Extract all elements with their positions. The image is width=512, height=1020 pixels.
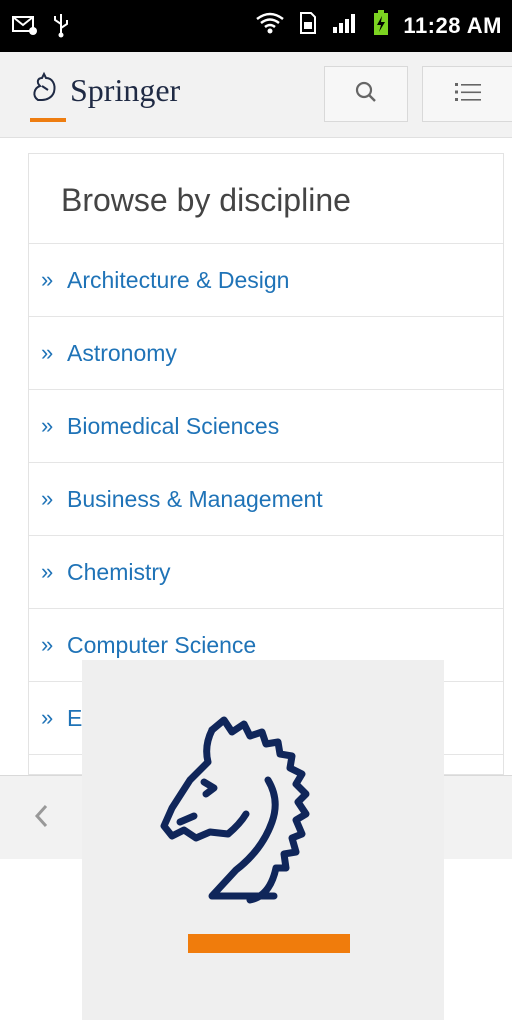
- discipline-label: Computer Science: [67, 631, 257, 658]
- discipline-label: Business & Management: [67, 485, 323, 512]
- chevron-left-icon: [32, 802, 50, 835]
- springer-horse-logo: [150, 710, 350, 935]
- clock-time: 11:28 AM: [403, 12, 502, 38]
- splash-orange-bar: [188, 934, 350, 953]
- bullet: »: [41, 559, 54, 584]
- bullet: »: [41, 413, 54, 438]
- bullet: »: [41, 340, 54, 365]
- app-screen: 11:28 AM Springer Browse by discipline »…: [0, 0, 512, 1020]
- app-header: Springer: [0, 52, 512, 138]
- battery-charging-icon: [373, 10, 389, 41]
- discipline-label: Astronomy: [67, 339, 177, 366]
- discipline-item-architecture-design[interactable]: » Architecture & Design: [29, 244, 503, 317]
- card-title: Browse by discipline: [29, 154, 503, 244]
- bullet: »: [41, 632, 54, 657]
- logo-text: Springer: [70, 72, 181, 108]
- discipline-item-business-management[interactable]: » Business & Management: [29, 463, 503, 536]
- bullet: »: [41, 705, 54, 730]
- wifi-icon: [255, 11, 285, 40]
- email-icon: [12, 14, 38, 41]
- springer-logo[interactable]: Springer: [28, 70, 181, 122]
- search-icon: [354, 80, 378, 109]
- discipline-label: Chemistry: [67, 558, 171, 585]
- discipline-label: Architecture & Design: [67, 266, 290, 293]
- sim-icon: [299, 11, 317, 40]
- search-button[interactable]: [324, 66, 408, 122]
- bullet: »: [41, 267, 54, 292]
- springer-horse-icon: [28, 70, 62, 111]
- logo-underline: [30, 118, 66, 122]
- splash-overlay: [82, 660, 444, 1020]
- status-right: 11:28 AM: [255, 10, 502, 41]
- signal-icon: [331, 11, 359, 40]
- status-left: [12, 12, 70, 43]
- back-button[interactable]: [10, 790, 72, 846]
- discipline-item-astronomy[interactable]: » Astronomy: [29, 317, 503, 390]
- discipline-label: Biomedical Sciences: [67, 412, 280, 439]
- menu-list-icon: [454, 81, 482, 108]
- discipline-item-biomedical-sciences[interactable]: » Biomedical Sciences: [29, 390, 503, 463]
- menu-button[interactable]: [422, 66, 512, 122]
- discipline-label: E: [67, 704, 83, 731]
- discipline-item-chemistry[interactable]: » Chemistry: [29, 536, 503, 609]
- status-bar: 11:28 AM: [0, 0, 512, 52]
- usb-icon: [52, 12, 70, 43]
- bullet: »: [41, 486, 54, 511]
